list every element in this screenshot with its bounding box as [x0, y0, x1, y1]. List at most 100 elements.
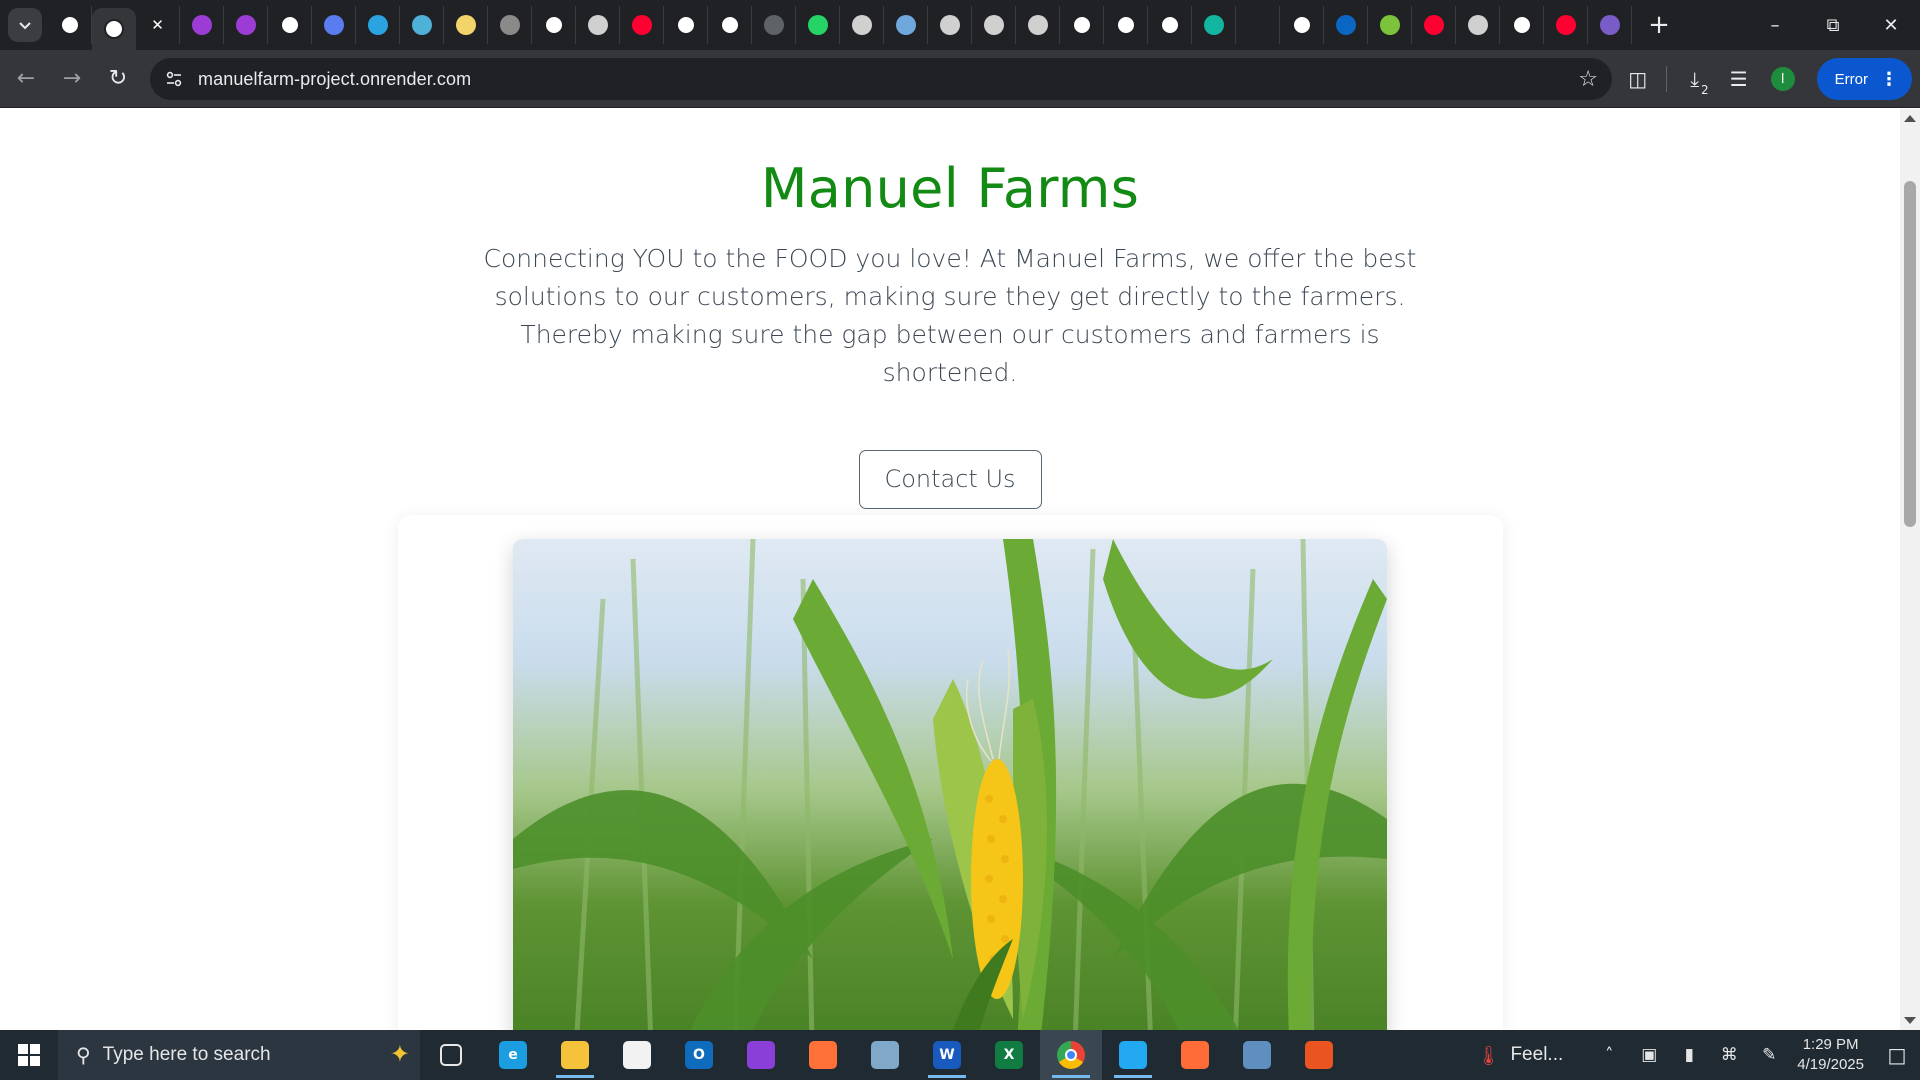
browser-tab[interactable] — [1148, 6, 1192, 44]
browser-tab[interactable] — [92, 8, 136, 50]
playlist-icon: ☰ — [1729, 67, 1748, 91]
globe-icon — [1467, 15, 1488, 35]
github-icon — [675, 15, 696, 35]
browser-tab[interactable] — [1104, 6, 1148, 44]
browser-tab[interactable] — [224, 6, 268, 44]
tab-strip: ✕ + – ⧉ ✕ — [0, 0, 1920, 50]
restore-button[interactable]: ⧉ — [1804, 0, 1862, 50]
browser-tab[interactable] — [1236, 6, 1280, 44]
address-bar[interactable]: manuelfarm-project.onrender.com ☆ — [150, 58, 1612, 100]
taskbar-app[interactable]: e — [482, 1030, 544, 1080]
chevron-down-icon — [19, 22, 31, 30]
forward-button[interactable]: → — [52, 59, 92, 99]
bird-icon — [323, 15, 344, 35]
battery-icon[interactable]: ▮ — [1669, 1045, 1709, 1065]
globe-icon — [851, 15, 872, 35]
browser-tab[interactable] — [1500, 6, 1544, 44]
new-tab-button[interactable]: + — [1642, 8, 1676, 42]
back-button[interactable]: ← — [6, 59, 46, 99]
browser-tab[interactable] — [1544, 6, 1588, 44]
browser-tab[interactable] — [796, 6, 840, 44]
taskbar-app[interactable] — [420, 1030, 482, 1080]
browser-tab[interactable] — [752, 6, 796, 44]
taskbar-search-box[interactable]: ⚲ Type here to search ✦ — [58, 1030, 420, 1080]
site-info-button[interactable] — [158, 63, 190, 95]
show-hidden-icons-icon[interactable]: ˄ — [1589, 1045, 1629, 1065]
browser-tab[interactable] — [708, 6, 752, 44]
browser-tab[interactable] — [576, 6, 620, 44]
browser-tab[interactable] — [48, 6, 92, 44]
clock[interactable]: 1:29 PM 4/19/2025 — [1797, 1035, 1864, 1075]
browser-tab[interactable] — [1368, 6, 1412, 44]
browser-tab[interactable] — [356, 6, 400, 44]
reload-button[interactable]: ↻ — [98, 59, 138, 99]
page-scrollbar[interactable] — [1900, 109, 1920, 1030]
scroll-thumb[interactable] — [1904, 181, 1916, 527]
browser-tab[interactable] — [268, 6, 312, 44]
browser-tab[interactable] — [928, 6, 972, 44]
contact-us-button[interactable]: Contact Us — [858, 450, 1042, 509]
start-button[interactable] — [0, 1030, 58, 1080]
extension-puzzle-icon — [104, 19, 124, 39]
wifi-icon[interactable]: ⌘ — [1709, 1045, 1749, 1065]
error-button[interactable]: Error ⋮ — [1816, 58, 1912, 100]
browser-tab[interactable] — [1060, 6, 1104, 44]
browser-tab[interactable] — [1588, 6, 1632, 44]
bookmark-star-icon[interactable]: ☆ — [1578, 67, 1598, 92]
shield-icon — [895, 15, 916, 35]
browser-tab[interactable] — [1016, 6, 1060, 44]
taskbar-app[interactable]: W — [916, 1030, 978, 1080]
globe-icon — [939, 15, 960, 35]
taskbar-app[interactable] — [1102, 1030, 1164, 1080]
taskbar-app[interactable] — [1226, 1030, 1288, 1080]
downloads-button[interactable]: ⤓ 2 — [1673, 57, 1717, 101]
more-vert-icon: ⋮ — [1880, 68, 1898, 90]
browser-tab[interactable] — [1280, 6, 1324, 44]
taskbar-app[interactable] — [1288, 1030, 1350, 1080]
url-text[interactable]: manuelfarm-project.onrender.com — [198, 69, 471, 90]
taskbar-app[interactable] — [1164, 1030, 1226, 1080]
taskbar-app[interactable] — [792, 1030, 854, 1080]
pen-icon[interactable]: ✎ — [1749, 1045, 1789, 1065]
browser-tab[interactable] — [1412, 6, 1456, 44]
taskbar-app[interactable] — [606, 1030, 668, 1080]
notification-icon[interactable]: □ — [1874, 1043, 1920, 1067]
browser-tab[interactable] — [444, 6, 488, 44]
bird-icon — [411, 15, 432, 35]
browser-tab[interactable] — [312, 6, 356, 44]
scroll-up-arrow-icon[interactable] — [1904, 115, 1916, 122]
browser-tab[interactable] — [1192, 6, 1236, 44]
taskbar-app[interactable] — [1040, 1030, 1102, 1080]
ubuntu-icon — [1305, 1041, 1333, 1069]
minimize-button[interactable]: – — [1746, 0, 1804, 50]
tab-search-button[interactable] — [8, 8, 42, 42]
browser-tab[interactable] — [180, 6, 224, 44]
browser-tab[interactable] — [400, 6, 444, 44]
notes-app-icon — [871, 1041, 899, 1069]
browser-tab[interactable] — [840, 6, 884, 44]
google-icon — [1115, 15, 1136, 35]
taskbar-app[interactable] — [854, 1030, 916, 1080]
browser-tab[interactable]: ✕ — [136, 6, 180, 44]
taskbar-app[interactable] — [730, 1030, 792, 1080]
taskbar-app[interactable]: O — [668, 1030, 730, 1080]
taskbar-app[interactable]: X — [978, 1030, 1040, 1080]
meet-icon[interactable]: ▣ — [1629, 1045, 1669, 1065]
browser-tab[interactable] — [884, 6, 928, 44]
extensions-button[interactable]: ◫ — [1616, 57, 1660, 101]
scroll-down-arrow-icon[interactable] — [1904, 1017, 1916, 1024]
weather-label: Feel... — [1510, 1044, 1564, 1065]
browser-tab[interactable] — [664, 6, 708, 44]
profile-button[interactable]: I — [1761, 57, 1805, 101]
browser-tab[interactable] — [488, 6, 532, 44]
browser-tab[interactable] — [1456, 6, 1500, 44]
taskbar-app[interactable] — [544, 1030, 606, 1080]
close-window-button[interactable]: ✕ — [1862, 0, 1920, 50]
media-controls-button[interactable]: ☰ — [1717, 57, 1761, 101]
browser-tab[interactable] — [972, 6, 1016, 44]
browser-tab[interactable] — [532, 6, 576, 44]
browser-tab[interactable] — [1324, 6, 1368, 44]
weather-widget[interactable]: 🌡 Feel... — [1476, 1044, 1563, 1067]
browser-tab[interactable] — [620, 6, 664, 44]
linkedin-icon — [1335, 15, 1356, 35]
